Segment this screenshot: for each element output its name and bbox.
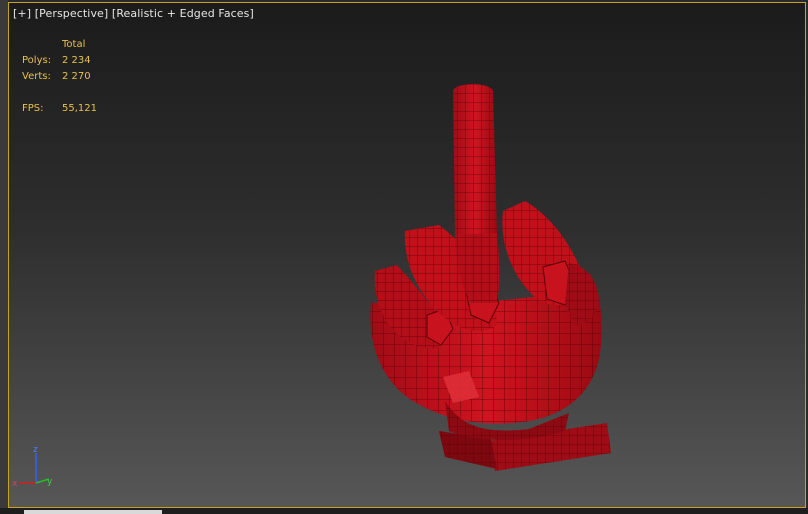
gizmo-x-label: x — [12, 479, 18, 489]
axis-tripod-icon: z x y — [12, 445, 53, 489]
timeline-strip[interactable] — [0, 508, 808, 514]
max-viewport-window: [+] [Perspective] [Realistic + Edged Fac… — [0, 0, 808, 514]
viewport-left-edge — [0, 0, 8, 514]
time-slider-track[interactable] — [24, 510, 162, 514]
hand-mesh-model[interactable] — [9, 3, 805, 507]
middle-finger — [453, 84, 500, 303]
gizmo-y-label: y — [47, 477, 53, 487]
gizmo-z-label: z — [33, 445, 38, 455]
perspective-viewport[interactable]: [+] [Perspective] [Realistic + Edged Fac… — [8, 2, 806, 508]
